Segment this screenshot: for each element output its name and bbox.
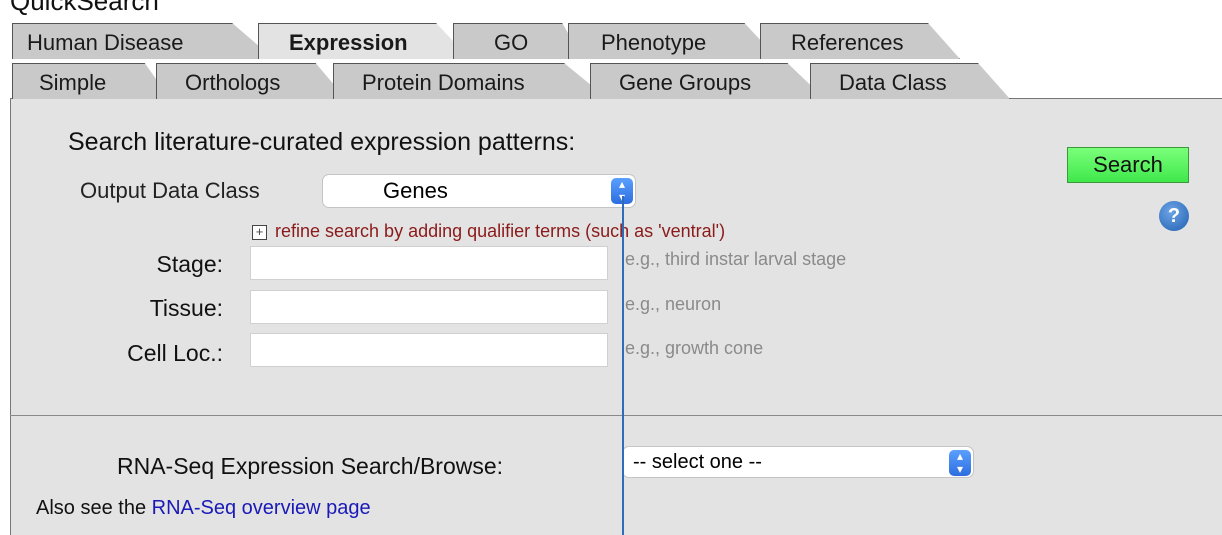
section-divider — [10, 415, 1222, 416]
tab-expression[interactable]: Expression — [258, 23, 470, 59]
tab-label: Phenotype — [601, 30, 707, 55]
tab-label: Data Class — [839, 70, 947, 95]
refine-search-text: refine search by adding qualifier terms … — [275, 221, 726, 241]
cell-loc-label: Cell Loc.: — [127, 340, 223, 366]
tab-orthologs[interactable]: Orthologs — [156, 63, 346, 99]
tab-label: References — [791, 30, 904, 55]
rnaseq-label: RNA-Seq Expression Search/Browse: — [117, 453, 504, 479]
tab-data-class[interactable]: Data Class — [810, 63, 1010, 99]
expand-plus-icon[interactable]: + — [252, 225, 267, 240]
rnaseq-select[interactable]: -- select one -- ▴ ▾ — [623, 447, 973, 477]
tab-simple[interactable]: Simple — [12, 63, 170, 99]
tissue-label: Tissue: — [149, 295, 223, 321]
tissue-hint: e.g., neuron — [625, 294, 722, 314]
also-see-text: Also see the — [36, 497, 147, 519]
help-icon[interactable]: ? — [1159, 201, 1189, 231]
tab-gene-groups[interactable]: Gene Groups — [590, 63, 825, 99]
tab-label: Protein Domains — [362, 70, 525, 95]
tab-references[interactable]: References — [760, 23, 960, 59]
stage-label: Stage: — [156, 251, 224, 277]
output-data-class-select[interactable]: Genes ▴▾ — [323, 175, 635, 207]
stage-input[interactable] — [250, 246, 608, 280]
rnaseq-overview-link[interactable]: RNA-Seq overview page — [152, 497, 371, 519]
tab-phenotype[interactable]: Phenotype — [568, 23, 778, 59]
search-button[interactable]: Search — [1067, 147, 1189, 183]
tab-label: Simple — [39, 70, 107, 95]
output-data-class-label: Output Data Class — [80, 178, 260, 203]
cell-loc-input[interactable] — [250, 333, 608, 367]
output-data-class-value: Genes — [383, 178, 448, 203]
chevron-updown-icon: ▴▾ — [949, 450, 971, 476]
search-heading: Search literature-curated expression pat… — [68, 128, 576, 156]
tab-label: Gene Groups — [619, 70, 752, 95]
tissue-input[interactable] — [250, 290, 608, 324]
tab-label: Orthologs — [185, 70, 281, 95]
vertical-guide-line — [622, 196, 624, 535]
cell-loc-hint: e.g., growth cone — [625, 338, 764, 358]
tab-label: GO — [494, 30, 529, 55]
refine-search-toggle[interactable]: + refine search by adding qualifier terms… — [252, 221, 725, 242]
tab-human-disease[interactable]: Human Disease — [12, 23, 274, 59]
rnaseq-select-value: -- select one -- — [633, 451, 762, 473]
page-title: QuickSearch — [10, 0, 159, 16]
tab-go[interactable]: GO — [453, 23, 583, 59]
stage-hint: e.g., third instar larval stage — [625, 249, 847, 269]
tab-protein-domains[interactable]: Protein Domains — [333, 63, 608, 99]
tab-label: Human Disease — [27, 30, 184, 55]
tab-label: Expression — [289, 30, 408, 55]
also-see-line: Also see the RNA-Seq overview page — [36, 497, 371, 520]
